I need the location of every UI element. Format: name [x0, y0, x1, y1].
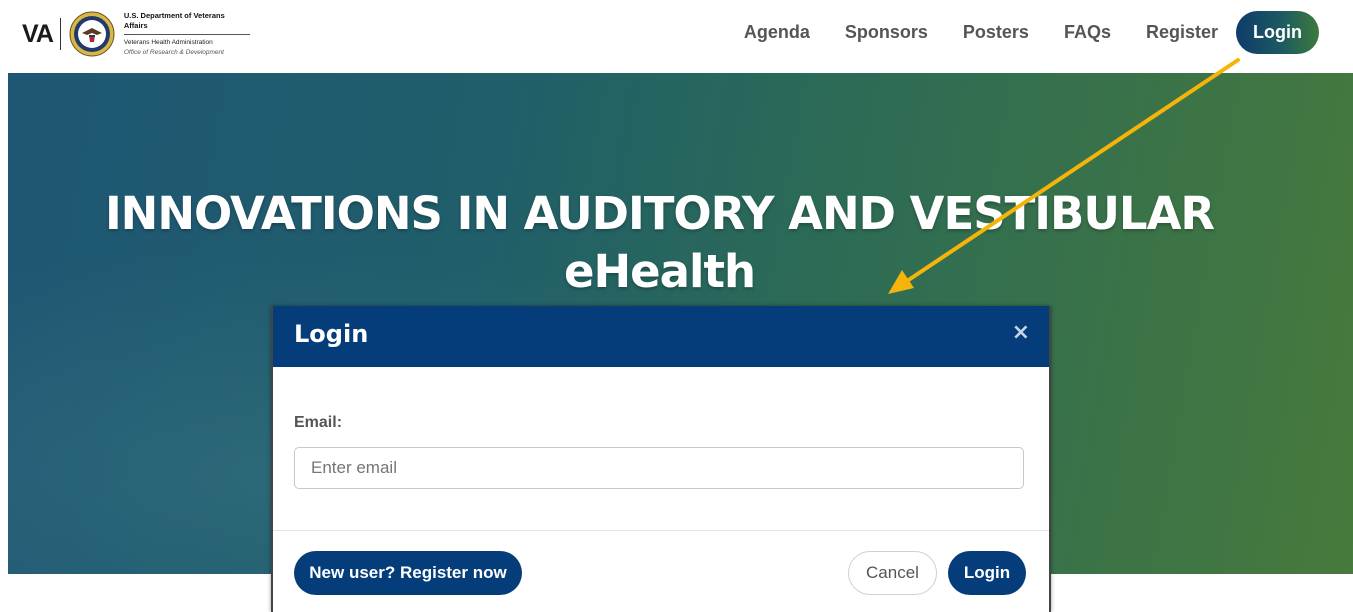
va-wordmark: VA [22, 19, 54, 48]
login-modal: Login × Email: New user? Register now Ca… [271, 306, 1051, 612]
modal-header: Login × [273, 306, 1049, 367]
nav-sponsors[interactable]: Sponsors [845, 22, 928, 43]
hero-title-line1: INNOVATIONS IN AUDITORY AND VESTIBULAR [104, 187, 1215, 240]
email-input[interactable] [294, 447, 1024, 489]
logo-text: U.S. Department of Veterans Affairs Vete… [123, 11, 250, 58]
nav-agenda[interactable]: Agenda [744, 22, 810, 43]
nav-register[interactable]: Register [1146, 22, 1218, 43]
va-logo[interactable]: VA U.S. Department of Veterans Affairs V… [22, 10, 250, 58]
main-nav: Agenda Sponsors Posters FAQs Register Lo… [744, 11, 1319, 54]
close-icon[interactable]: × [1012, 320, 1030, 345]
hero-title-line2: eHealth [563, 245, 756, 298]
logo-divider [59, 18, 61, 50]
modal-login-button[interactable]: Login [948, 551, 1026, 595]
logo-department: U.S. Department of Veterans Affairs [123, 11, 250, 35]
hero-title: INNOVATIONS IN AUDITORY AND VESTIBULAR e… [8, 185, 1311, 301]
email-label: Email: [294, 414, 343, 431]
logo-administration: Veterans Health Administration [123, 38, 213, 46]
nav-posters[interactable]: Posters [963, 22, 1029, 43]
modal-title: Login [294, 320, 369, 348]
register-now-button[interactable]: New user? Register now [294, 551, 522, 595]
modal-body: Email: [273, 367, 1049, 531]
header-login-button[interactable]: Login [1236, 11, 1319, 54]
cancel-button[interactable]: Cancel [848, 551, 937, 595]
site-header: VA U.S. Department of Veterans Affairs V… [0, 0, 1353, 73]
nav-faqs[interactable]: FAQs [1064, 22, 1111, 43]
va-seal-icon [69, 11, 115, 57]
logo-office: Office of Research & Development [123, 48, 224, 56]
modal-footer: New user? Register now Cancel Login [273, 531, 1049, 611]
